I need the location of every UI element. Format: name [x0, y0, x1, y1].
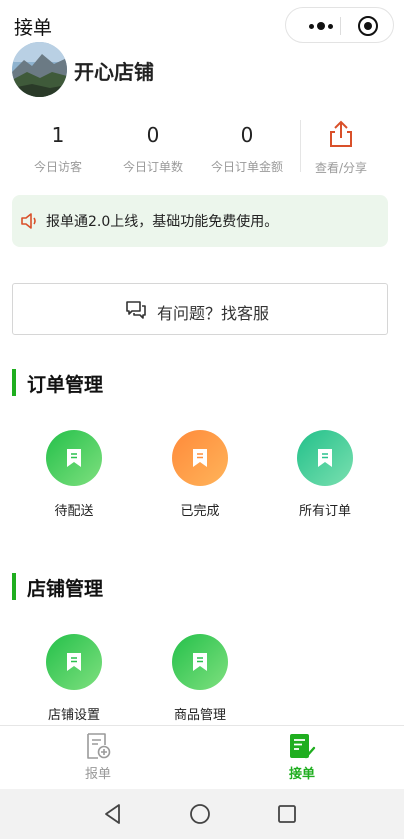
stat-value: 1	[51, 123, 65, 147]
grid-item-label: 待配送	[54, 504, 94, 519]
section-title-shop: 店铺管理	[27, 578, 104, 600]
more-icon[interactable]	[302, 17, 340, 35]
announcement-text: 报单通2.0上线，基础功能免费使用。	[46, 214, 279, 230]
bottom-tab-bar: 报单 接单	[0, 725, 404, 789]
customer-service-label: 有问题？找客服	[157, 304, 270, 323]
bookmark-icon	[172, 430, 228, 486]
order-completed[interactable]: 已完成	[150, 430, 250, 519]
document-add-icon	[87, 733, 111, 759]
stat-value: 0	[240, 123, 254, 147]
section-marker	[12, 369, 16, 396]
product-management[interactable]: 商品管理	[150, 634, 250, 723]
recents-icon[interactable]	[272, 799, 302, 829]
announcement-banner: 报单通2.0上线，基础功能免费使用。	[12, 195, 388, 247]
system-navigation-bar	[0, 789, 404, 839]
speaker-icon	[21, 213, 36, 229]
shop-name: 开心店铺	[74, 60, 154, 84]
back-icon[interactable]	[98, 799, 128, 829]
stat-amount: 0 今日订单金额	[201, 122, 293, 175]
stats-divider	[300, 120, 301, 172]
bookmark-icon	[46, 634, 102, 690]
close-target-icon[interactable]	[358, 16, 378, 36]
section-title-orders: 订单管理	[27, 374, 104, 396]
chat-icon	[126, 301, 146, 319]
share-label[interactable]: 查看/分享	[306, 159, 376, 176]
top-bar: 接单	[0, 0, 404, 48]
home-icon[interactable]	[185, 799, 215, 829]
mini-program-capsule	[285, 7, 394, 43]
stat-label: 今日订单数	[122, 160, 183, 174]
grid-item-label: 店铺设置	[47, 708, 100, 723]
share-icon[interactable]	[326, 119, 356, 149]
stat-value: 0	[146, 123, 160, 147]
bookmark-icon	[297, 430, 353, 486]
tab-report-order[interactable]: 报单	[68, 732, 128, 782]
stat-label: 今日访客	[33, 160, 82, 174]
bookmark-icon	[46, 430, 102, 486]
customer-service-button[interactable]: 有问题？找客服	[12, 283, 388, 335]
grid-item-label: 商品管理	[173, 708, 226, 723]
page-title: 接单	[14, 17, 53, 39]
shop-settings[interactable]: 店铺设置	[24, 634, 124, 723]
capsule-divider	[340, 17, 341, 35]
shop-avatar	[12, 42, 67, 97]
tab-label: 接单	[288, 767, 315, 782]
grid-item-label: 已完成	[180, 504, 220, 519]
section-marker	[12, 573, 16, 600]
bookmark-icon	[172, 634, 228, 690]
stat-orders: 0 今日订单数	[107, 122, 199, 175]
order-pending-delivery[interactable]: 待配送	[24, 430, 124, 519]
tab-label: 报单	[84, 767, 111, 782]
grid-item-label: 所有订单	[298, 504, 351, 519]
order-all[interactable]: 所有订单	[275, 430, 375, 519]
tab-receive-order[interactable]: 接单	[272, 732, 332, 782]
document-check-icon	[290, 734, 316, 759]
stat-visitors: 1 今日访客	[12, 122, 104, 175]
stat-label: 今日订单金额	[210, 160, 283, 174]
